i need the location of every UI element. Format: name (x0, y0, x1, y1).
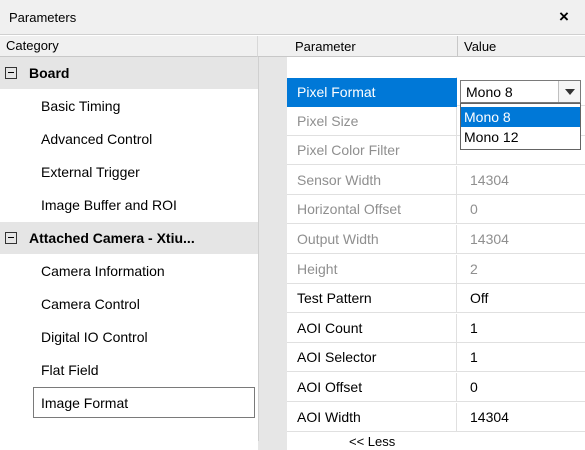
parameter-row[interactable]: Sensor Width 14304 (287, 165, 585, 195)
parameter-value: 14304 (470, 171, 509, 188)
parameter-row[interactable]: Height 2 (287, 254, 585, 284)
category-label: Digital IO Control (41, 329, 148, 345)
category-group[interactable]: Board (0, 57, 258, 89)
pixel-format-selected-value: Mono 8 (466, 84, 513, 100)
horizontal-scrollbar[interactable] (258, 441, 287, 450)
parameter-row[interactable]: AOI Selector 1 (287, 343, 585, 373)
parameter-value: 14304 (470, 231, 509, 247)
cell-divider (456, 284, 457, 314)
parameter-name: Horizontal Offset (297, 201, 402, 218)
category-item[interactable]: Camera Control (0, 288, 258, 320)
option-mono-12[interactable]: Mono 12 (461, 127, 580, 147)
parameter-name: AOI Offset (297, 379, 363, 395)
category-header: Category (0, 36, 258, 57)
parameter-grid-header: Parameter Value (258, 36, 585, 57)
parameter-name: Output Width (297, 231, 379, 247)
category-label: Board (29, 65, 70, 81)
category-label: Camera Information (41, 263, 165, 279)
category-item[interactable]: Image Format (0, 387, 258, 419)
parameter-name: Height (297, 260, 338, 277)
category-item[interactable]: Digital IO Control (0, 321, 258, 353)
category-label: Basic Timing (41, 98, 121, 114)
cell-divider (456, 254, 457, 284)
parameter-name: Sensor Width (297, 171, 382, 188)
parameter-name: AOI Width (297, 408, 361, 425)
title-bar: Parameters × (0, 0, 585, 35)
close-icon[interactable]: × (557, 7, 571, 27)
parameter-name: Pixel Size (297, 112, 359, 129)
option-mono-8[interactable]: Mono 8 (461, 107, 580, 127)
cell-divider (456, 195, 457, 225)
less-link[interactable]: << Less (349, 434, 395, 449)
category-item[interactable]: Image Buffer and ROI (0, 189, 258, 221)
cell-divider (456, 106, 457, 136)
column-divider[interactable] (457, 36, 458, 57)
category-label: Flat Field (41, 362, 99, 378)
cell-divider (456, 402, 457, 432)
cell-divider (456, 136, 457, 166)
parameter-row[interactable]: Output Width 14304 (287, 225, 585, 254)
parameter-value: 2 (470, 260, 478, 277)
category-item[interactable]: Basic Timing (0, 90, 258, 122)
cell-divider (456, 343, 457, 373)
parameter-row[interactable]: Horizontal Offset 0 (287, 195, 585, 225)
parameter-column-header: Parameter (295, 39, 356, 54)
grid-gutter (258, 57, 287, 450)
pixel-format-dropdown: Mono 8 Mono 12 (460, 103, 581, 150)
category-item[interactable]: Flat Field (0, 354, 258, 386)
value-column-header: Value (464, 39, 497, 54)
cell-divider (456, 165, 457, 195)
parameter-value[interactable]: Off (470, 290, 488, 306)
category-item[interactable]: Camera Information (0, 255, 258, 287)
window-title: Parameters (9, 10, 77, 25)
collapse-icon[interactable] (5, 231, 17, 244)
category-group[interactable]: Attached Camera - Xtiu... (0, 222, 258, 254)
parameter-value[interactable]: 1 (470, 349, 478, 365)
parameter-name: AOI Selector (297, 349, 377, 366)
parameter-row[interactable]: AOI Width 14304 (287, 402, 585, 432)
parameter-name: Test Pattern (297, 290, 372, 307)
pixel-format-name-cell[interactable]: Pixel Format (287, 78, 457, 107)
parameter-value[interactable]: 1 (470, 320, 478, 336)
category-item[interactable]: Advanced Control (0, 123, 258, 155)
parameter-row[interactable]: AOI Offset 0 (287, 373, 585, 402)
category-label: Camera Control (41, 296, 140, 312)
parameter-value[interactable]: 0 (470, 379, 478, 395)
parameter-name: Pixel Color Filter (297, 142, 400, 159)
category-label: Image Format (41, 395, 129, 411)
cell-divider (456, 373, 457, 402)
category-label: External Trigger (41, 164, 140, 180)
category-label: Advanced Control (41, 131, 153, 147)
category-label: Image Buffer and ROI (41, 197, 177, 213)
parameter-value: 0 (470, 201, 478, 218)
collapse-icon[interactable] (5, 66, 17, 79)
category-item[interactable]: External Trigger (0, 156, 258, 188)
cell-divider (456, 313, 457, 343)
cell-divider (456, 225, 457, 254)
parameter-value[interactable]: 14304 (470, 409, 509, 425)
parameter-row[interactable]: AOI Count 1 (287, 313, 585, 343)
category-label: Attached Camera - Xtiu... (29, 230, 195, 246)
chevron-down-icon[interactable] (558, 81, 580, 102)
category-tree: Board Basic Timing Advanced Control Externa… (0, 57, 258, 450)
parameter-row[interactable]: Test Pattern Off (287, 284, 585, 314)
pixel-format-select[interactable]: Mono 8 (460, 80, 581, 103)
parameter-name: AOI Count (297, 319, 363, 336)
